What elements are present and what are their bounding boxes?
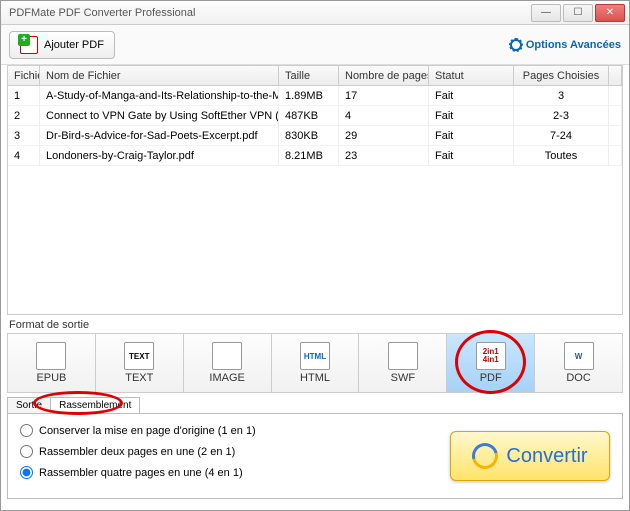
doc-icon: W bbox=[564, 342, 594, 370]
table-row[interactable]: 2Connect to VPN Gate by Using SoftEther … bbox=[8, 106, 622, 126]
format-epub[interactable]: EPub EPUB bbox=[8, 334, 96, 392]
sortie-panel: Conserver la mise en page d'origine (1 e… bbox=[7, 413, 623, 499]
table-row[interactable]: 4Londoners-by-Craig-Taylor.pdf8.21MB23Fa… bbox=[8, 146, 622, 166]
cell-idx: 1 bbox=[8, 86, 40, 105]
format-label: TEXT bbox=[125, 372, 153, 384]
add-pdf-icon bbox=[20, 36, 38, 54]
format-label: SWF bbox=[391, 372, 415, 384]
radio-label: Conserver la mise en page d'origine (1 e… bbox=[39, 425, 256, 437]
cell-pages: 29 bbox=[339, 126, 429, 145]
format-label: PDF bbox=[480, 372, 502, 384]
radio-option-2[interactable]: Rassembler quatre pages en une (4 en 1) bbox=[20, 466, 256, 479]
format-html[interactable]: HTML HTML bbox=[272, 334, 360, 392]
radio-input[interactable] bbox=[20, 466, 33, 479]
radio-input[interactable] bbox=[20, 424, 33, 437]
cell-size: 8.21MB bbox=[279, 146, 339, 165]
minimize-button[interactable]: — bbox=[531, 4, 561, 22]
output-format-label: Format de sortie bbox=[1, 315, 629, 331]
cell-pages: 4 bbox=[339, 106, 429, 125]
cell-status: Fait bbox=[429, 106, 514, 125]
table-header-row: Fichier Nom de Fichier Taille Nombre de … bbox=[8, 66, 622, 86]
swf-icon: f bbox=[388, 342, 418, 370]
format-pdf[interactable]: 2in1 4in1 PDF bbox=[447, 334, 535, 392]
table-row[interactable]: 3Dr-Bird-s-Advice-for-Sad-Poets-Excerpt.… bbox=[8, 126, 622, 146]
window-title: PDFMate PDF Converter Professional bbox=[9, 7, 529, 19]
cell-pages: 17 bbox=[339, 86, 429, 105]
format-label: DOC bbox=[566, 372, 590, 384]
file-table: Fichier Nom de Fichier Taille Nombre de … bbox=[7, 65, 623, 315]
sortie-tab-rassemblement[interactable]: Rassemblement bbox=[50, 397, 140, 413]
radio-input[interactable] bbox=[20, 445, 33, 458]
format-doc[interactable]: W DOC bbox=[535, 334, 622, 392]
col-statut[interactable]: Statut bbox=[429, 66, 514, 85]
col-nombre-pages[interactable]: Nombre de pages bbox=[339, 66, 429, 85]
epub-icon: EPub bbox=[36, 342, 66, 370]
cell-status: Fait bbox=[429, 146, 514, 165]
col-fichier[interactable]: Fichier bbox=[8, 66, 40, 85]
radio-label: Rassembler quatre pages en une (4 en 1) bbox=[39, 467, 243, 479]
col-pages-choisies[interactable]: Pages Choisies bbox=[514, 66, 609, 85]
cell-idx: 4 bbox=[8, 146, 40, 165]
cell-pages: 23 bbox=[339, 146, 429, 165]
cell-name: Londoners-by-Craig-Taylor.pdf bbox=[40, 146, 279, 165]
cell-name: Dr-Bird-s-Advice-for-Sad-Poets-Excerpt.p… bbox=[40, 126, 279, 145]
convert-label: Convertir bbox=[506, 445, 587, 468]
radio-label: Rassembler deux pages en une (2 en 1) bbox=[39, 446, 235, 458]
cell-size: 487KB bbox=[279, 106, 339, 125]
text-icon: TEXT bbox=[124, 342, 154, 370]
advanced-options-label: Options Avancées bbox=[526, 39, 621, 51]
cell-idx: 3 bbox=[8, 126, 40, 145]
format-label: IMAGE bbox=[209, 372, 244, 384]
cell-idx: 2 bbox=[8, 106, 40, 125]
sortie-tab-prefix[interactable]: Sortie bbox=[7, 397, 51, 413]
pdf-icon: 2in1 4in1 bbox=[476, 342, 506, 370]
image-icon bbox=[212, 342, 242, 370]
format-text[interactable]: TEXT TEXT bbox=[96, 334, 184, 392]
table-row[interactable]: 1A-Study-of-Manga-and-Its-Relationship-t… bbox=[8, 86, 622, 106]
cell-status: Fait bbox=[429, 126, 514, 145]
maximize-button[interactable]: ☐ bbox=[563, 4, 593, 22]
cell-chosen: 7-24 bbox=[514, 126, 609, 145]
cell-chosen: 2-3 bbox=[514, 106, 609, 125]
cell-size: 1.89MB bbox=[279, 86, 339, 105]
format-label: EPUB bbox=[36, 372, 66, 384]
format-swf[interactable]: f SWF bbox=[359, 334, 447, 392]
cell-status: Fait bbox=[429, 86, 514, 105]
add-pdf-label: Ajouter PDF bbox=[44, 39, 104, 51]
title-bar: PDFMate PDF Converter Professional — ☐ ✕ bbox=[1, 1, 629, 25]
gear-icon bbox=[510, 39, 522, 51]
toolbar: Ajouter PDF Options Avancées bbox=[1, 25, 629, 65]
convert-button[interactable]: Convertir bbox=[450, 431, 610, 481]
cell-name: Connect to VPN Gate by Using SoftEther V… bbox=[40, 106, 279, 125]
cell-chosen: 3 bbox=[514, 86, 609, 105]
close-button[interactable]: ✕ bbox=[595, 4, 625, 22]
advanced-options-link[interactable]: Options Avancées bbox=[510, 39, 621, 51]
convert-icon bbox=[468, 438, 504, 474]
cell-size: 830KB bbox=[279, 126, 339, 145]
col-end bbox=[609, 66, 622, 85]
radio-option-1[interactable]: Rassembler deux pages en une (2 en 1) bbox=[20, 445, 256, 458]
format-image[interactable]: IMAGE bbox=[184, 334, 272, 392]
radio-option-0[interactable]: Conserver la mise en page d'origine (1 e… bbox=[20, 424, 256, 437]
add-pdf-button[interactable]: Ajouter PDF bbox=[9, 31, 115, 59]
col-taille[interactable]: Taille bbox=[279, 66, 339, 85]
cell-name: A-Study-of-Manga-and-Its-Relationship-to… bbox=[40, 86, 279, 105]
format-label: HTML bbox=[300, 372, 330, 384]
cell-chosen: Toutes bbox=[514, 146, 609, 165]
html-icon: HTML bbox=[300, 342, 330, 370]
sortie-tabs: Sortie Rassemblement bbox=[7, 397, 623, 413]
col-nom[interactable]: Nom de Fichier bbox=[40, 66, 279, 85]
output-format-bar: EPub EPUB TEXT TEXT IMAGE HTML HTML f SWF 2in1 4i… bbox=[7, 333, 623, 393]
